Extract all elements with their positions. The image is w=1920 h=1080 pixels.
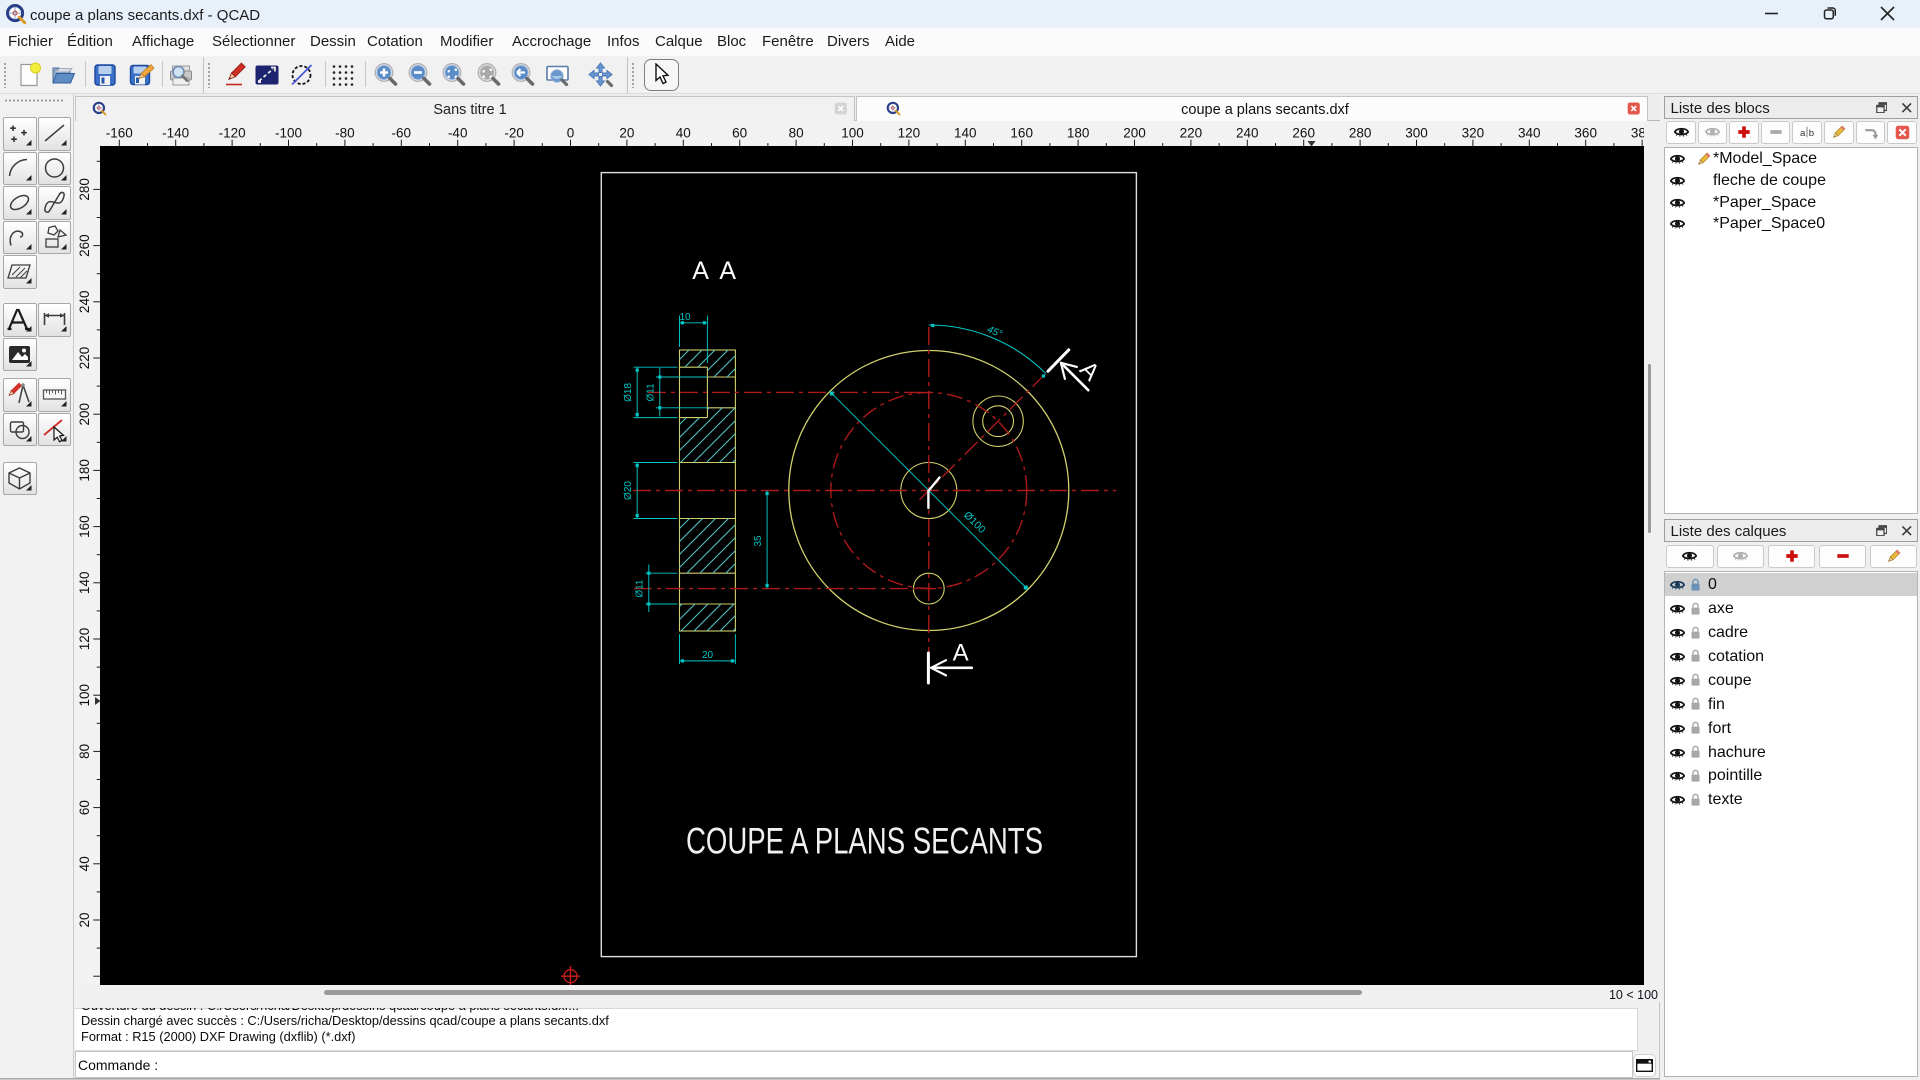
- svg-text:140: 140: [954, 125, 977, 140]
- svg-text:b: b: [1809, 128, 1814, 139]
- svg-text:20: 20: [77, 912, 92, 927]
- svg-text:-120: -120: [218, 125, 245, 140]
- svg-text:-20: -20: [504, 125, 524, 140]
- svg-text:280: 280: [1348, 125, 1371, 140]
- svg-text:A: A: [719, 257, 736, 285]
- svg-text:Ø11: Ø11: [634, 579, 645, 598]
- svg-text:10: 10: [679, 312, 691, 323]
- svg-text:300: 300: [1405, 125, 1428, 140]
- svg-text:Ø20: Ø20: [623, 481, 634, 500]
- svg-text:45°: 45°: [985, 324, 1003, 340]
- svg-text:A: A: [692, 257, 709, 285]
- svg-text:40: 40: [675, 125, 690, 140]
- svg-text:260: 260: [77, 234, 92, 257]
- svg-text:280: 280: [77, 178, 92, 201]
- svg-text:100: 100: [77, 684, 92, 707]
- svg-text:180: 180: [1066, 125, 1089, 140]
- svg-text:-40: -40: [447, 125, 467, 140]
- svg-text:120: 120: [77, 628, 92, 651]
- svg-text:80: 80: [77, 744, 92, 759]
- svg-text:80: 80: [788, 125, 803, 140]
- svg-text:A: A: [953, 640, 969, 667]
- svg-text:35: 35: [753, 535, 764, 547]
- svg-text:60: 60: [732, 125, 747, 140]
- svg-text:20: 20: [619, 125, 634, 140]
- svg-text:Ø100: Ø100: [961, 510, 987, 536]
- svg-text:120: 120: [897, 125, 920, 140]
- svg-text:60: 60: [77, 800, 92, 815]
- svg-text:240: 240: [1236, 125, 1259, 140]
- svg-text:200: 200: [1123, 125, 1146, 140]
- svg-text:100: 100: [841, 125, 864, 140]
- svg-text:20: 20: [702, 650, 714, 661]
- svg-text:320: 320: [1461, 125, 1484, 140]
- svg-text:COUPE A PLANS SECANTS: COUPE A PLANS SECANTS: [686, 820, 1043, 861]
- svg-text:40: 40: [77, 856, 92, 871]
- svg-text:0: 0: [566, 125, 574, 140]
- svg-text:380: 380: [1630, 125, 1643, 140]
- svg-text:160: 160: [1010, 125, 1033, 140]
- svg-text:180: 180: [77, 459, 92, 482]
- svg-text:220: 220: [77, 347, 92, 370]
- svg-text:-160: -160: [105, 125, 132, 140]
- svg-text:Ø11: Ø11: [645, 383, 656, 402]
- svg-text:-80: -80: [335, 125, 355, 140]
- svg-text:200: 200: [77, 403, 92, 426]
- svg-text:160: 160: [77, 515, 92, 538]
- svg-text:140: 140: [77, 572, 92, 595]
- svg-text:360: 360: [1574, 125, 1597, 140]
- svg-text:-100: -100: [274, 125, 301, 140]
- svg-text:a: a: [1800, 128, 1806, 139]
- svg-text:240: 240: [77, 291, 92, 314]
- svg-text:Ø18: Ø18: [623, 383, 634, 402]
- svg-text:-60: -60: [391, 125, 411, 140]
- svg-text:340: 340: [1518, 125, 1541, 140]
- svg-text:-140: -140: [162, 125, 189, 140]
- svg-text:220: 220: [1179, 125, 1202, 140]
- svg-text:260: 260: [1292, 125, 1315, 140]
